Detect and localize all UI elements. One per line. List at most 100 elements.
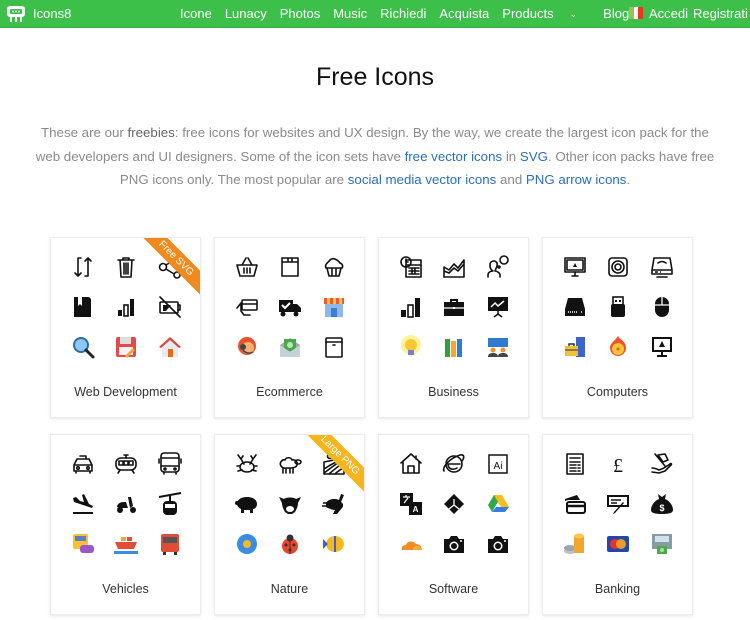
box-icon[interactable]: [321, 334, 347, 360]
flower-icon[interactable]: [234, 531, 260, 557]
icon-pack-card-banking[interactable]: £ $ Banking: [542, 434, 693, 615]
rabbit-icon[interactable]: [321, 491, 347, 517]
cow-icon[interactable]: [277, 491, 303, 517]
mastercard-icon[interactable]: [605, 531, 631, 557]
translate-icon[interactable]: A: [398, 491, 424, 517]
home-icon[interactable]: [157, 334, 183, 360]
camera-icon[interactable]: [441, 531, 467, 557]
credit-cards-icon[interactable]: [562, 491, 588, 517]
brand-name[interactable]: Icons8: [33, 6, 71, 21]
internet-explorer-icon[interactable]: [441, 451, 467, 477]
trash-icon[interactable]: [113, 254, 139, 280]
nav-item-music[interactable]: Music: [333, 6, 367, 21]
nav-item-richiedi[interactable]: Richiedi: [380, 6, 426, 21]
cable-car-icon[interactable]: [157, 491, 183, 517]
truck-icon[interactable]: [157, 531, 183, 557]
package-icon[interactable]: [277, 254, 303, 280]
shop-icon[interactable]: [321, 294, 347, 320]
nav-item-photos[interactable]: Photos: [280, 6, 320, 21]
card-title[interactable]: Software: [379, 582, 528, 596]
idea-bulb-icon[interactable]: [398, 334, 424, 360]
social-media-icons-link[interactable]: social media vector icons: [348, 172, 497, 187]
burn-disc-icon[interactable]: [605, 334, 631, 360]
taxi-icon[interactable]: [70, 451, 96, 477]
cupcake-icon[interactable]: [321, 254, 347, 280]
pig-icon[interactable]: [234, 491, 260, 517]
bookmark-book-icon[interactable]: [70, 294, 96, 320]
calendar-clock-icon[interactable]: [398, 254, 424, 280]
sync-icon[interactable]: [70, 254, 96, 280]
coins-icon[interactable]: [562, 531, 588, 557]
card-title[interactable]: Business: [379, 385, 528, 399]
usb-drive-icon[interactable]: [605, 294, 631, 320]
card-title[interactable]: Nature: [215, 582, 364, 596]
money-bag-icon[interactable]: $: [649, 491, 675, 517]
icon-pack-card-vehicles[interactable]: Vehicles: [50, 434, 201, 615]
atm-icon[interactable]: [649, 531, 675, 557]
google-drive-icon[interactable]: [485, 491, 511, 517]
google-drive-black-icon[interactable]: [441, 491, 467, 517]
ladybug-icon[interactable]: [277, 531, 303, 557]
card-title[interactable]: Web Development: [51, 385, 200, 399]
icon-pack-card-web-development[interactable]: Web Development Free SVG: [50, 237, 201, 418]
png-arrow-icons-link[interactable]: PNG arrow icons: [526, 172, 627, 187]
nav-item-acquista[interactable]: Acquista: [439, 6, 489, 21]
save-floppy-icon[interactable]: [113, 334, 139, 360]
thinking-person-icon[interactable]: [485, 254, 511, 280]
conference-icon[interactable]: [485, 334, 511, 360]
money-envelope-icon[interactable]: [277, 334, 303, 360]
card-title[interactable]: Ecommerce: [215, 385, 364, 399]
crab-icon[interactable]: [234, 451, 260, 477]
briefcase-icon[interactable]: [441, 294, 467, 320]
support-agent-icon[interactable]: [234, 334, 260, 360]
icons8-logo-icon[interactable]: [6, 4, 26, 23]
speaker-icon[interactable]: [605, 254, 631, 280]
shopping-basket-icon[interactable]: [234, 254, 260, 280]
card-title[interactable]: Vehicles: [51, 582, 200, 596]
no-battery-icon[interactable]: [157, 294, 183, 320]
linux-screen-icon[interactable]: [649, 334, 675, 360]
camera-filled-icon[interactable]: [485, 531, 511, 557]
hard-drive-icon[interactable]: [562, 294, 588, 320]
books-icon[interactable]: [441, 334, 467, 360]
icon-pack-card-nature[interactable]: Nature Large PNG: [214, 434, 365, 615]
italy-flag-icon[interactable]: [629, 7, 644, 19]
nav-item-blog[interactable]: Blog: [603, 6, 629, 21]
signal-bars-icon[interactable]: [113, 294, 139, 320]
delivery-truck-icon[interactable]: [277, 294, 303, 320]
icon-pack-card-software[interactable]: Ai A Software: [378, 434, 529, 615]
pound-icon[interactable]: £: [605, 451, 631, 477]
workstation-icon[interactable]: [562, 334, 588, 360]
card-title[interactable]: Computers: [543, 385, 692, 399]
home-outline-icon[interactable]: [398, 451, 424, 477]
nav-item-icone[interactable]: Icone: [180, 6, 212, 21]
fish-icon[interactable]: [321, 531, 347, 557]
check-signature-icon[interactable]: [605, 491, 631, 517]
invoice-icon[interactable]: [562, 451, 588, 477]
traffic-jam-icon[interactable]: [70, 531, 96, 557]
register-link[interactable]: Registrati: [693, 6, 748, 21]
search-icon[interactable]: [70, 334, 96, 360]
bar-chart-icon[interactable]: [398, 294, 424, 320]
receive-cash-icon[interactable]: [649, 451, 675, 477]
icon-pack-card-ecommerce[interactable]: Ecommerce: [214, 237, 365, 418]
card-title[interactable]: Banking: [543, 582, 692, 596]
nav-item-lunacy[interactable]: Lunacy: [225, 6, 267, 21]
svg-link[interactable]: SVG: [520, 149, 548, 164]
presentation-icon[interactable]: [485, 294, 511, 320]
cargo-ship-icon[interactable]: [113, 531, 139, 557]
login-link[interactable]: Accedi: [649, 6, 688, 21]
card-payment-icon[interactable]: [234, 294, 260, 320]
mouse-icon[interactable]: [649, 294, 675, 320]
linux-monitor-icon[interactable]: [562, 254, 588, 280]
scooter-icon[interactable]: [113, 491, 139, 517]
icon-pack-card-business[interactable]: Business: [378, 237, 529, 418]
phone-modem-icon[interactable]: [649, 254, 675, 280]
sheep-icon[interactable]: [277, 451, 303, 477]
airplane-landing-icon[interactable]: [70, 491, 96, 517]
cloudflare-icon[interactable]: [398, 531, 424, 557]
free-vector-icons-link[interactable]: free vector icons: [405, 149, 503, 164]
tram-icon[interactable]: [113, 451, 139, 477]
area-chart-icon[interactable]: [441, 254, 467, 280]
adobe-illustrator-icon[interactable]: Ai: [485, 451, 511, 477]
